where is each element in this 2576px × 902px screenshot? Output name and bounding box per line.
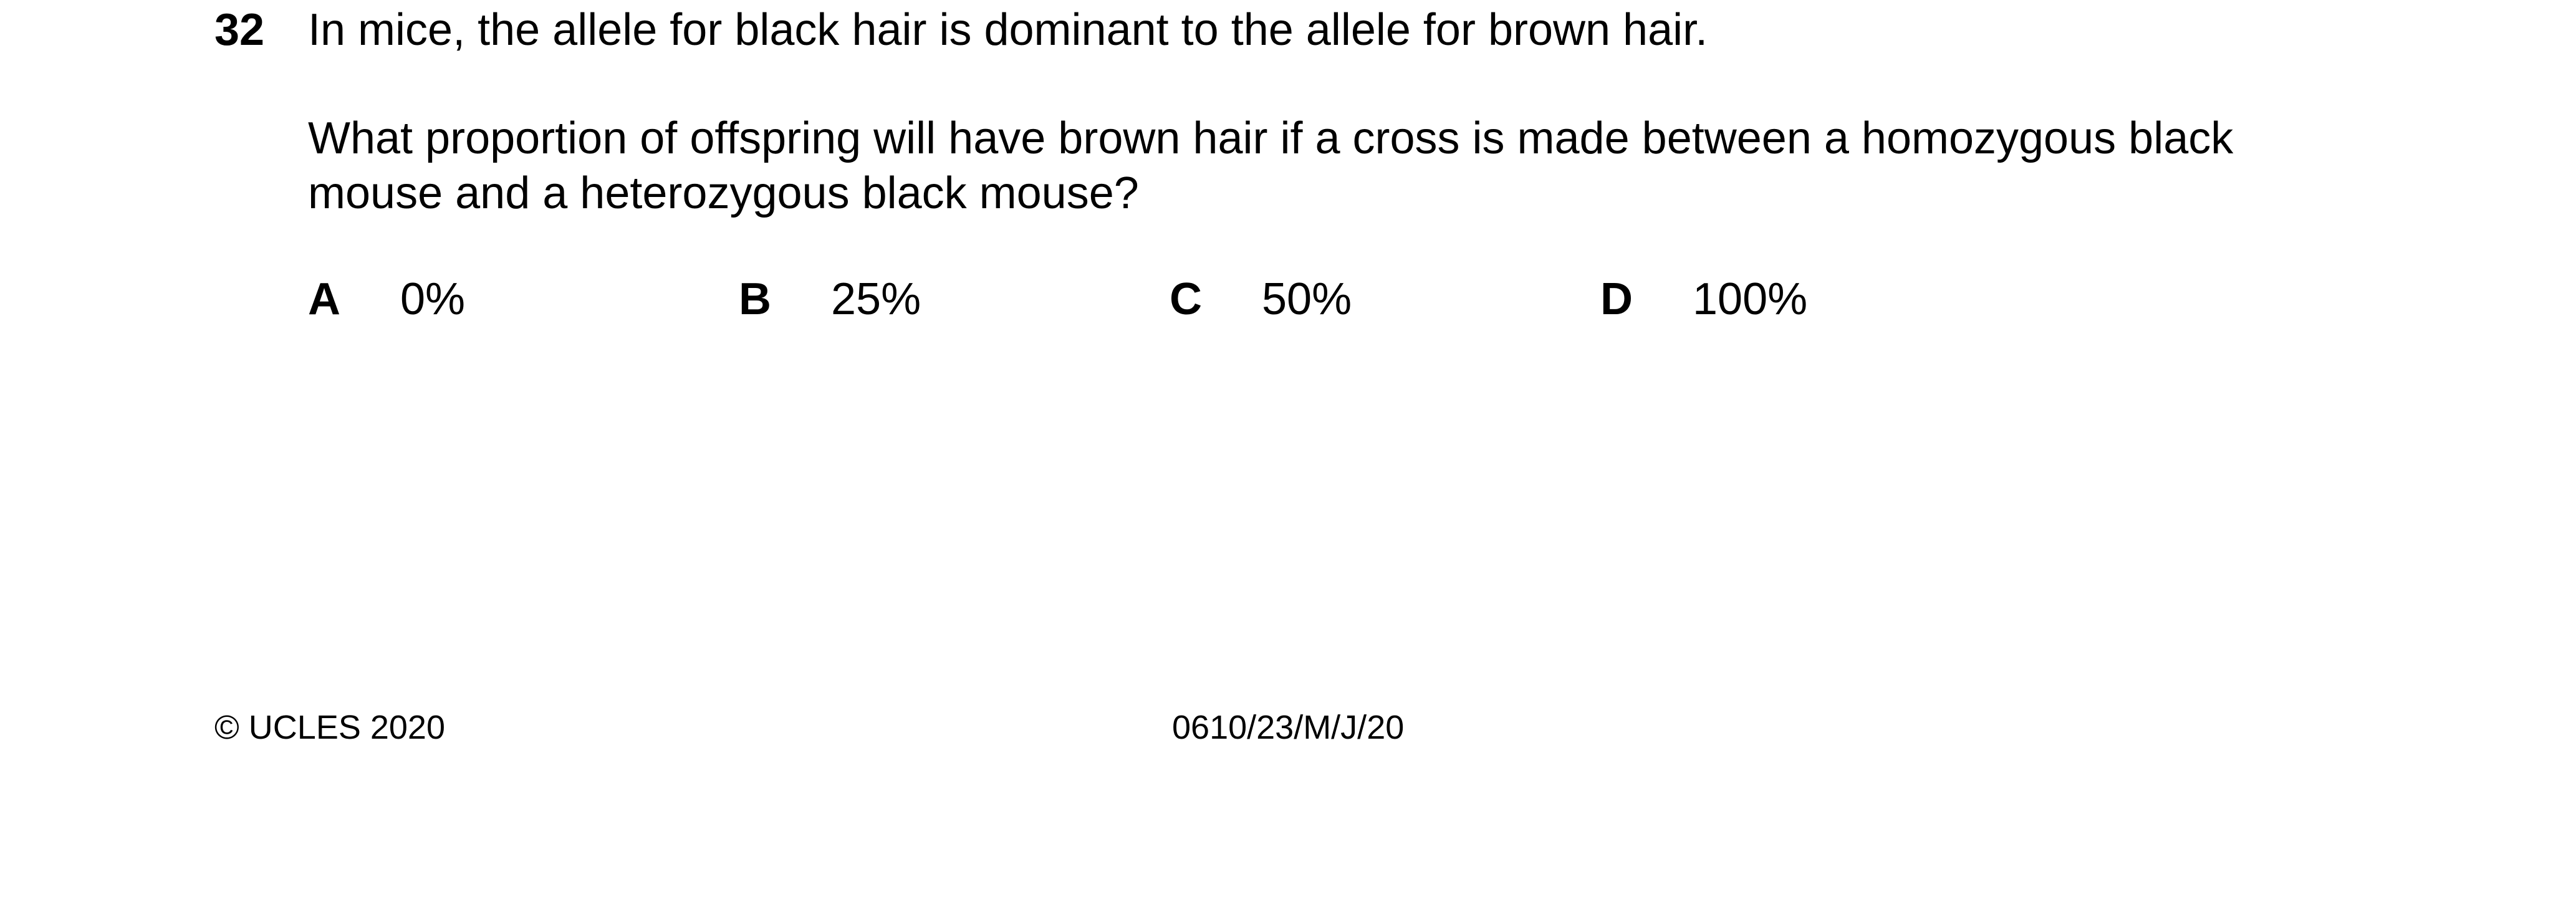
question-number: 32 [214,5,265,55]
option-value: 100% [1693,274,1808,324]
option-value: 25% [831,274,921,324]
option-value: 0% [400,274,466,324]
question-stem: In mice, the allele for black hair is do… [308,5,1708,55]
exam-page: 32 In mice, the allele for black hair is… [0,0,2576,902]
option-letter: D [1600,274,1633,324]
option-letter: B [739,274,771,324]
paper-code: 0610/23/M/J/20 [1172,709,1405,746]
question-prompt-line: What proportion of offspring will have b… [308,113,2234,163]
option-letter: C [1170,274,1202,324]
question-prompt: What proportion of offspring will have b… [308,111,2428,221]
copyright-notice: © UCLES 2020 [214,709,445,746]
option-letter: A [308,274,340,324]
option-value: 50% [1262,274,1352,324]
question-prompt-line: mouse and a heterozygous black mouse? [308,168,1139,218]
